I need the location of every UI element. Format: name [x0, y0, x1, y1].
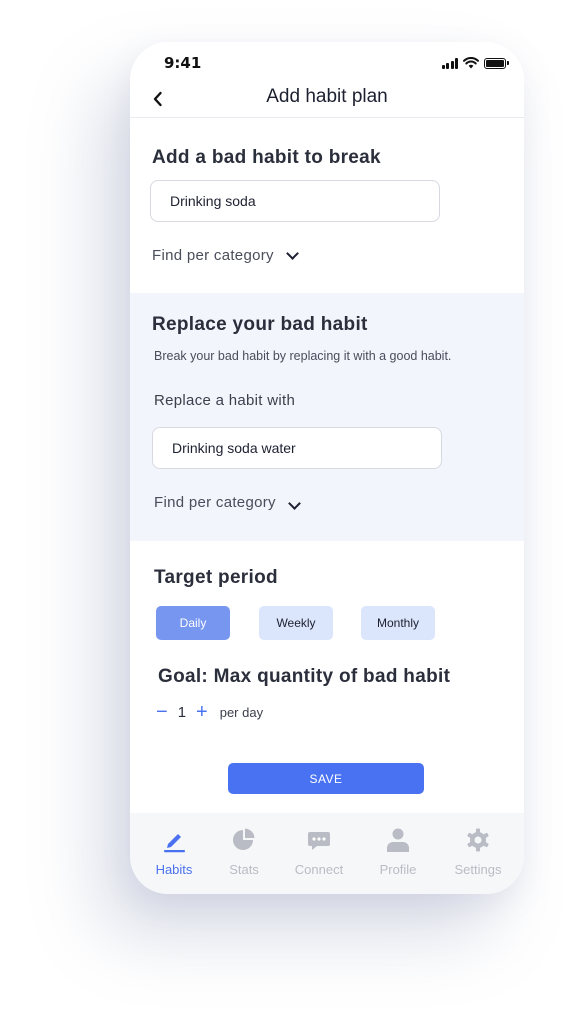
replace-habit-title: Replace your bad habit	[152, 314, 368, 335]
replace-habit-field-label: Replace a habit with	[154, 392, 296, 409]
tab-profile[interactable]: Profile	[366, 827, 430, 877]
target-period-title: Target period	[154, 567, 278, 588]
tab-connect[interactable]: Connect	[287, 827, 351, 877]
tab-settings[interactable]: Settings	[446, 827, 510, 877]
tab-label: Stats	[229, 862, 259, 877]
pencil-icon	[161, 827, 187, 853]
goal-title: Goal: Max quantity of bad habit	[158, 666, 451, 687]
replacement-habit-input[interactable]: Drinking soda water	[152, 427, 442, 469]
wifi-icon	[463, 57, 479, 69]
category-label: Find per category	[152, 247, 274, 264]
cellular-signal-icon	[441, 57, 458, 69]
bad-habit-category-dropdown[interactable]: Find per category	[152, 247, 299, 264]
chat-bubble-icon	[306, 827, 332, 853]
chevron-down-icon	[285, 247, 299, 260]
tab-label: Connect	[294, 862, 344, 877]
replace-habit-section: Replace your bad habit Break your bad ha…	[130, 293, 524, 541]
period-weekly-button[interactable]: Weekly	[259, 606, 333, 640]
bad-habit-title: Add a bad habit to break	[152, 147, 381, 168]
tab-habits[interactable]: Habits	[142, 827, 206, 877]
phone-frame: 9:41 Add habit plan Add a bad habit to b…	[130, 42, 524, 894]
chevron-down-icon	[287, 497, 301, 510]
replace-habit-category-dropdown[interactable]: Find per category	[154, 494, 301, 511]
save-button[interactable]: SAVE	[228, 763, 424, 794]
increment-button[interactable]: +	[196, 702, 208, 722]
status-bar: 9:41	[130, 42, 524, 86]
person-icon	[385, 827, 411, 853]
period-monthly-button[interactable]: Monthly	[361, 606, 435, 640]
pie-chart-icon	[231, 827, 257, 853]
decrement-button[interactable]: −	[156, 702, 168, 722]
tab-stats[interactable]: Stats	[212, 827, 276, 877]
tab-label: Profile	[379, 862, 417, 877]
battery-icon	[484, 57, 509, 69]
status-icons	[441, 57, 509, 69]
tab-label: Habits	[155, 862, 193, 877]
gear-icon	[465, 827, 491, 853]
bad-habit-input[interactable]: Drinking soda	[150, 180, 440, 222]
period-daily-button[interactable]: Daily	[156, 606, 230, 640]
page-title: Add habit plan	[266, 86, 388, 107]
tab-bar: Habits Stats Connect Profile Settings	[130, 813, 524, 894]
replace-habit-hint: Break your bad habit by replacing it wit…	[154, 349, 452, 363]
quantity-stepper: − 1 + per day	[156, 702, 263, 722]
quantity-unit: per day	[219, 704, 264, 720]
category-label: Find per category	[154, 494, 276, 511]
tab-label: Settings	[454, 862, 502, 877]
status-time: 9:41	[164, 54, 202, 72]
quantity-value: 1	[177, 703, 187, 721]
nav-bar: Add habit plan	[130, 82, 524, 118]
